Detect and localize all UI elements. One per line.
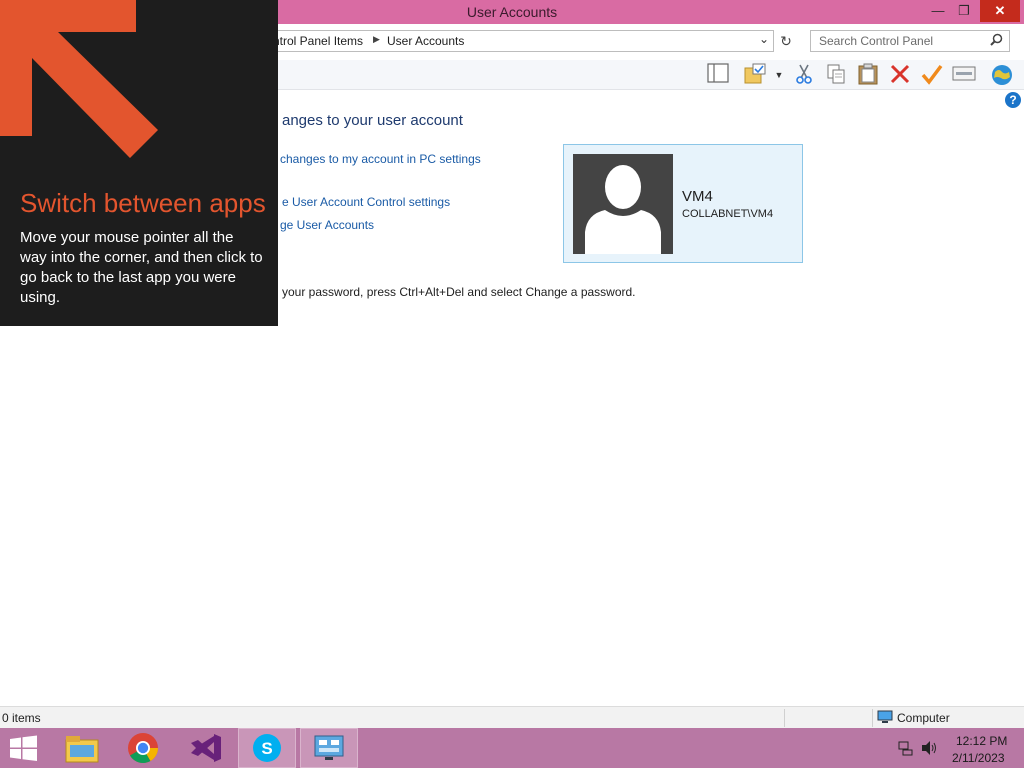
control-panel-button[interactable]: [300, 728, 358, 768]
status-divider: [872, 709, 873, 727]
close-button[interactable]: ✕: [980, 0, 1020, 22]
refresh-icon[interactable]: ↻: [776, 31, 796, 51]
globe-icon[interactable]: [990, 63, 1014, 87]
corner-arrow-icon: [0, 0, 158, 158]
start-icon: [10, 735, 37, 761]
chrome-button[interactable]: [114, 728, 172, 768]
status-items-count: 0 items: [2, 711, 41, 725]
control-panel-icon: [314, 735, 344, 760]
skype-button[interactable]: S: [238, 728, 296, 768]
user-account-card[interactable]: VM4 COLLABNET\VM4: [563, 144, 803, 263]
avatar: [573, 154, 673, 254]
chrome-icon: [128, 733, 158, 764]
skype-icon: S: [253, 734, 281, 762]
checkmark-icon[interactable]: [920, 63, 944, 87]
delete-icon[interactable]: [888, 63, 912, 87]
maximize-button[interactable]: ❐: [950, 0, 978, 22]
layout-icon[interactable]: [706, 63, 730, 87]
copy-icon[interactable]: [824, 63, 848, 87]
address-dropdown-icon[interactable]: ⌄: [759, 32, 769, 46]
page-heading: anges to your user account: [282, 112, 463, 129]
switch-apps-hint: Switch between apps Move your mouse poin…: [0, 0, 278, 326]
properties-icon[interactable]: [952, 63, 976, 87]
network-icon[interactable]: [898, 740, 914, 759]
breadcrumb-control-panel-items[interactable]: ntrol Panel Items: [273, 34, 363, 48]
link-pc-settings[interactable]: changes to my account in PC settings: [280, 152, 481, 166]
file-explorer-icon: [65, 736, 99, 763]
file-explorer-button[interactable]: [54, 728, 112, 768]
search-icon[interactable]: [990, 33, 1003, 49]
status-location: Computer: [897, 711, 950, 725]
volume-icon[interactable]: [920, 740, 938, 759]
folder-properties-icon[interactable]: [744, 63, 768, 87]
minimize-button[interactable]: —: [924, 0, 952, 22]
link-uac-settings[interactable]: e User Account Control settings: [282, 195, 450, 209]
user-domain: COLLABNET\VM4: [682, 208, 774, 220]
clock-date[interactable]: 2/11/2023: [952, 751, 1005, 765]
start-button[interactable]: [0, 728, 58, 768]
cut-icon[interactable]: [792, 63, 816, 87]
clock-time[interactable]: 12:12 PM: [956, 734, 1007, 748]
user-name: VM4: [682, 188, 713, 205]
address-bar[interactable]: ntrol Panel Items ▶ User Accounts ⌄: [270, 30, 774, 52]
visual-studio-icon: [191, 734, 221, 762]
computer-icon: [877, 710, 893, 724]
breadcrumb-user-accounts[interactable]: User Accounts: [387, 34, 464, 48]
status-divider: [784, 709, 785, 727]
paste-icon[interactable]: [856, 63, 880, 87]
hint-body: Move your mouse pointer all the way into…: [20, 229, 263, 306]
visual-studio-button[interactable]: [176, 728, 234, 768]
hint-title: Switch between apps: [20, 188, 266, 218]
password-info-text: your password, press Ctrl+Alt+Del and se…: [282, 285, 636, 299]
help-icon[interactable]: ?: [1005, 92, 1021, 108]
chevron-down-icon[interactable]: ▼: [772, 63, 786, 87]
status-bar: 0 items Computer: [0, 706, 1024, 728]
link-manage-accounts[interactable]: ge User Accounts: [280, 218, 374, 232]
search-input[interactable]: [811, 31, 983, 51]
svg-text:S: S: [261, 739, 272, 758]
breadcrumb-separator-icon[interactable]: ▶: [373, 34, 380, 45]
search-box[interactable]: [810, 30, 1010, 52]
taskbar: S 12:12 PM 2/11/2023: [0, 728, 1024, 768]
